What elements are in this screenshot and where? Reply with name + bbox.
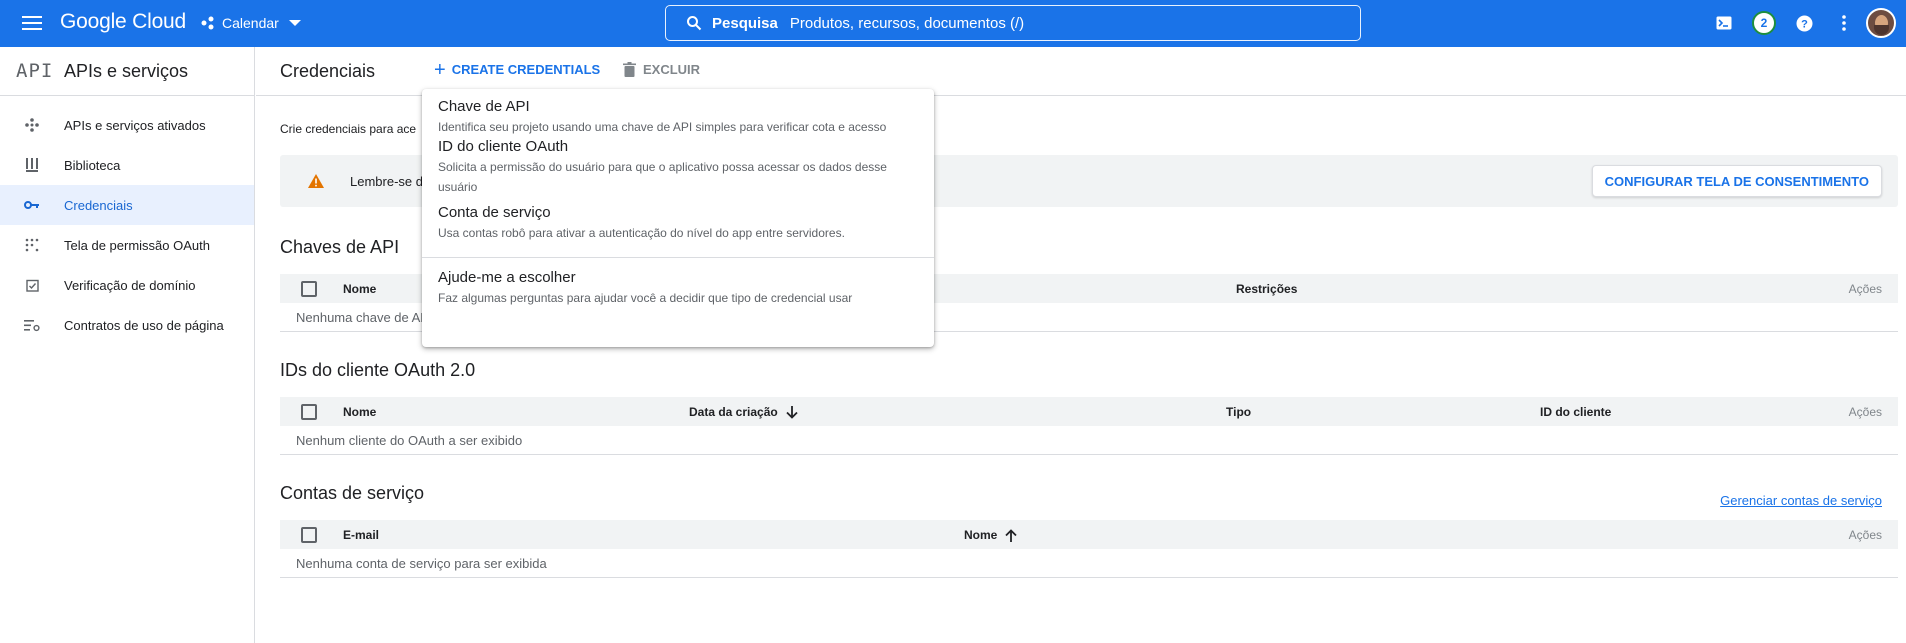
menu-item-api-key[interactable]: Chave de API Identifica seu projeto usan… [422, 97, 934, 137]
trash-icon [623, 62, 636, 77]
arrow-down-icon [786, 406, 798, 420]
domain-check-icon [24, 277, 40, 293]
oauth-clients-title: IDs do cliente OAuth 2.0 [280, 360, 476, 380]
service-accounts-title: Contas de serviço [280, 483, 425, 503]
table-row: Nenhum cliente do OAuth a ser exibido [280, 426, 1898, 455]
oauth-icon [24, 237, 40, 253]
column-header-creation-date[interactable]: Data da criação [689, 405, 798, 420]
sidebar-item-page-agreements[interactable]: Contratos de uso de página [0, 305, 254, 345]
api-keys-title: Chaves de API [280, 237, 400, 257]
column-header-name[interactable]: Nome [964, 528, 1017, 543]
svg-text:?: ? [1801, 18, 1808, 30]
empty-message: Nenhuma conta de serviço para ser exibid… [296, 556, 547, 571]
select-all-checkbox[interactable] [301, 527, 317, 543]
sidebar-title: APIs e serviços [64, 60, 189, 81]
cloud-shell-icon[interactable] [1711, 10, 1737, 36]
column-header-type[interactable]: Tipo [1226, 405, 1251, 419]
table-header: Nome Data da criação Tipo ID do cliente … [280, 397, 1898, 426]
service-accounts-table: E-mail Nome Ações Nenhuma conta de servi… [280, 520, 1898, 578]
create-credentials-label: CREATE CREDENTIALS [451, 62, 601, 77]
menu-item-title: Ajude-me a escolher [438, 269, 576, 286]
api-logo: API [16, 60, 54, 82]
column-header-client-id[interactable]: ID do cliente [1540, 405, 1611, 419]
empty-message: Nenhuma chave de AP [296, 310, 429, 325]
chevron-down-icon [288, 20, 301, 26]
sidebar: API APIs e serviços APIs e serviços ativ… [0, 47, 255, 643]
menu-item-title: Conta de serviço [438, 204, 551, 221]
search-input[interactable]: Produtos, recursos, documentos (/) [790, 15, 1024, 32]
menu-item-description: Solicita a permissão do usuário para que… [438, 160, 887, 194]
project-name: Calendar [222, 15, 279, 31]
table-row: Nenhuma conta de serviço para ser exibid… [280, 549, 1898, 578]
select-all-checkbox[interactable] [301, 404, 317, 420]
search-label: Pesquisa [712, 14, 778, 32]
sidebar-item-label: Credenciais [64, 197, 133, 213]
menu-icon[interactable] [20, 13, 44, 33]
column-header-restrictions[interactable]: Restrições [1236, 282, 1297, 296]
sidebar-item-label: Verificação de domínio [64, 277, 196, 293]
column-header-actions: Ações [1848, 282, 1882, 296]
sidebar-item-domain-verification[interactable]: Verificação de domínio [0, 265, 254, 305]
menu-item-description: Identifica seu projeto usando uma chave … [438, 120, 887, 134]
notifications-button[interactable]: 2 [1751, 10, 1777, 36]
project-selector[interactable]: Calendar [200, 11, 301, 35]
arrow-up-icon [1005, 529, 1017, 543]
menu-item-title: Chave de API [438, 98, 530, 115]
notification-badge: 2 [1752, 11, 1776, 35]
library-icon [24, 157, 40, 173]
column-header-actions: Ações [1848, 528, 1882, 542]
menu-item-title: ID do cliente OAuth [438, 138, 569, 155]
menu-item-service-account[interactable]: Conta de serviço Usa contas robô para at… [422, 203, 934, 243]
google-cloud-logo[interactable]: Google Cloud [60, 10, 186, 34]
menu-divider [422, 257, 934, 258]
sidebar-item-label: Tela de permissão OAuth [64, 237, 210, 253]
help-icon[interactable]: ? [1791, 10, 1817, 36]
menu-item-description: Faz algumas perguntas para ajudar você a… [438, 291, 853, 305]
menu-item-description: Usa contas robô para ativar a autenticaç… [438, 226, 845, 240]
menu-item-help-me-choose[interactable]: Ajude-me a escolher Faz algumas pergunta… [422, 268, 934, 308]
column-header-actions: Ações [1848, 405, 1882, 419]
column-header-label: Data da criação [689, 405, 778, 419]
column-header-label: Nome [964, 528, 998, 542]
apis-icon [24, 117, 40, 133]
key-icon [24, 197, 40, 213]
sidebar-item-enabled-apis[interactable]: APIs e serviços ativados [0, 105, 254, 145]
delete-button[interactable]: EXCLUIR [623, 62, 700, 77]
sidebar-header: API APIs e serviços [0, 47, 254, 96]
banner-text: Lembre-se de [350, 174, 431, 189]
account-button[interactable] [1866, 8, 1896, 38]
project-icon [201, 16, 214, 30]
sidebar-item-label: Contratos de uso de página [64, 317, 224, 333]
create-credentials-menu: Chave de API Identifica seu projeto usan… [422, 89, 934, 347]
sidebar-item-label: APIs e serviços ativados [64, 117, 206, 133]
create-credentials-button[interactable]: + CREATE CREDENTIALS [434, 58, 601, 81]
search-bar[interactable]: Pesquisa Produtos, recursos, documentos … [665, 5, 1361, 41]
intro-text: Crie credenciais para ace [280, 122, 417, 136]
table-header: E-mail Nome Ações [280, 520, 1898, 549]
search-icon [687, 16, 702, 31]
avatar [1866, 8, 1896, 38]
menu-item-oauth-client-id[interactable]: ID do cliente OAuth Solicita a permissão… [422, 137, 934, 197]
delete-label: EXCLUIR [643, 62, 701, 77]
settings-list-icon [24, 317, 40, 333]
oauth-clients-table: Nome Data da criação Tipo ID do cliente … [280, 397, 1898, 455]
column-header-name[interactable]: Nome [343, 405, 376, 419]
warning-icon [308, 174, 324, 188]
page-title: Credenciais [280, 61, 376, 81]
sidebar-item-credentials[interactable]: Credenciais [0, 185, 254, 225]
top-bar: Google Cloud Calendar Pesquisa Produtos,… [0, 0, 1906, 47]
select-all-checkbox[interactable] [301, 281, 317, 297]
column-header-email[interactable]: E-mail [343, 528, 379, 542]
plus-icon: + [434, 58, 446, 81]
column-header-name[interactable]: Nome [343, 282, 376, 296]
sidebar-item-library[interactable]: Biblioteca [0, 145, 254, 185]
sidebar-item-oauth-consent[interactable]: Tela de permissão OAuth [0, 225, 254, 265]
manage-service-accounts-link[interactable]: Gerenciar contas de serviço [1720, 493, 1882, 508]
empty-message: Nenhum cliente do OAuth a ser exibido [296, 433, 523, 448]
sidebar-item-label: Biblioteca [64, 157, 121, 173]
more-vert-icon[interactable] [1831, 10, 1857, 36]
configure-consent-button[interactable]: CONFIGURAR TELA DE CONSENTIMENTO [1591, 165, 1882, 197]
